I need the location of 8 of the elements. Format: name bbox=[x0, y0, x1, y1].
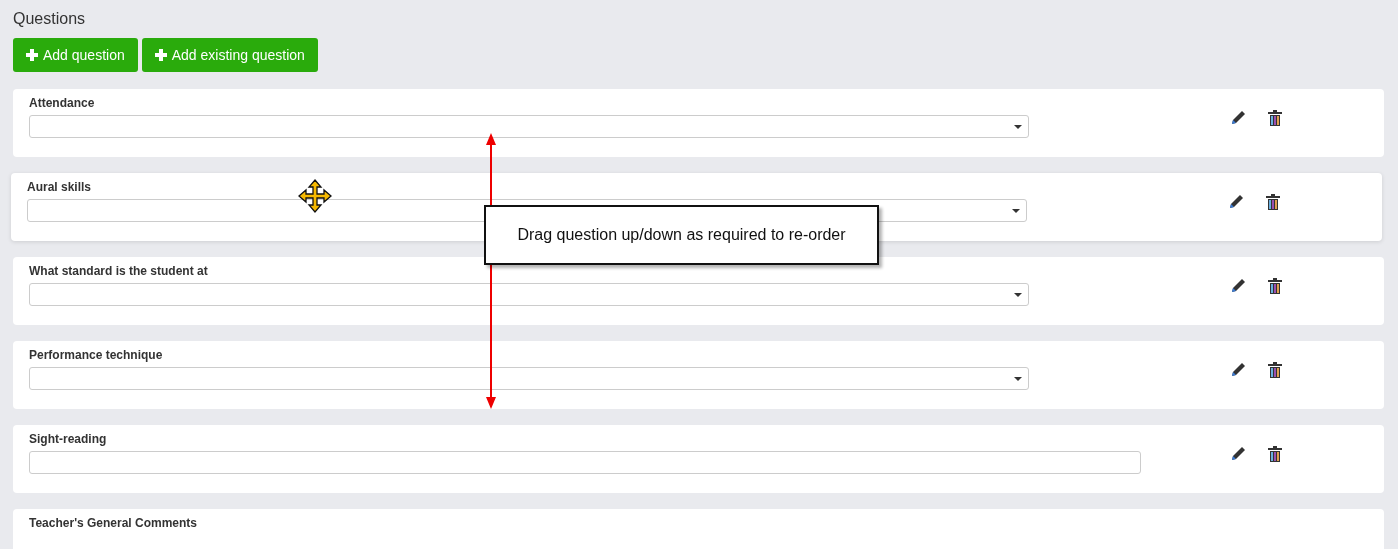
question-title: Performance technique bbox=[29, 348, 164, 362]
question-title: Aural skills bbox=[27, 180, 93, 194]
section-heading: Questions bbox=[13, 10, 87, 28]
question-title: Attendance bbox=[29, 96, 96, 110]
callout-note: Drag question up/down as required to re-order bbox=[484, 205, 879, 265]
question-title: Teacher's General Comments bbox=[29, 516, 199, 530]
question-title: What standard is the student at bbox=[29, 264, 209, 278]
question-title: Sight-reading bbox=[29, 432, 108, 446]
